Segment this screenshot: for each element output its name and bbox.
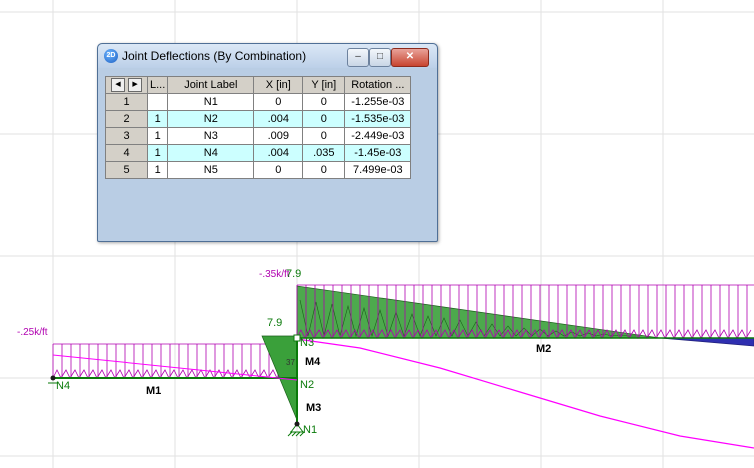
cell-joint-label[interactable]: N2 [167,110,255,128]
cell-rotation[interactable]: 7.499e-03 [344,161,412,179]
moment-value-mid: 7.9 [267,317,283,329]
cell-y[interactable]: 0 [302,127,346,145]
cell-lc[interactable]: 1 [146,161,169,179]
member-label-m2[interactable]: M2 [536,343,551,355]
cell-rotation[interactable]: -1.535e-03 [344,110,412,128]
cell-joint-label[interactable]: N5 [167,161,255,179]
cell-y[interactable]: 0 [302,93,346,111]
cell-joint-label[interactable]: N3 [167,127,255,145]
close-button[interactable]: ✕ [391,48,429,67]
nav-prev-icon[interactable]: ◀ [110,78,125,92]
row-number[interactable]: 5 [105,161,148,179]
col-header-lc[interactable]: L... [146,76,169,94]
cell-rotation[interactable]: -2.449e-03 [344,127,412,145]
cell-rotation[interactable]: -1.255e-03 [344,93,412,111]
node-label-n3[interactable]: N3 [300,337,314,349]
window-title: Joint Deflections (By Combination) [122,49,307,63]
cell-x[interactable]: .009 [253,127,304,145]
cell-rotation[interactable]: -1.45e-03 [344,144,412,162]
row-number[interactable]: 1 [105,93,148,111]
member-label-m3[interactable]: M3 [306,402,321,414]
member-label-m1[interactable]: M1 [146,385,161,397]
member-label-m4[interactable]: M4 [305,356,320,368]
col-header-x[interactable]: X [in] [253,76,304,94]
node-n1-marker[interactable] [294,421,300,427]
col-header-y[interactable]: Y [in] [302,76,346,94]
table-row[interactable]: 3 1 N3 .009 0 -2.449e-03 [105,127,412,145]
cell-lc[interactable]: 1 [146,127,169,145]
cell-x[interactable]: .004 [253,110,304,128]
cell-x[interactable]: 0 [253,161,304,179]
table-row[interactable]: 4 1 N4 .004 .035 -1.45e-03 [105,144,412,162]
cell-lc[interactable]: 1 [146,144,169,162]
app-logo-icon: 2D [104,49,118,63]
node-label-n1[interactable]: N1 [303,424,317,436]
row-number[interactable]: 4 [105,144,148,162]
cell-lc[interactable]: 1 [146,93,169,111]
cell-joint-label[interactable]: N1 [167,93,255,111]
table-row[interactable]: 1 1 N1 0 0 -1.255e-03 [105,93,412,111]
cell-y[interactable]: 0 [302,110,346,128]
nav-next-icon[interactable]: ▶ [128,78,143,92]
row-number[interactable]: 2 [105,110,148,128]
col-header-rotation[interactable]: Rotation ... [344,76,412,94]
moment-value-top: 7.9 [286,268,302,280]
joint-deflections-window[interactable]: 2D Joint Deflections (By Combination) – … [97,43,438,242]
node-label-n4[interactable]: N4 [56,380,70,392]
small-mark-label: 37 [286,358,295,367]
cell-joint-label[interactable]: N4 [167,144,255,162]
row-number[interactable]: 3 [105,127,148,145]
node-label-n2[interactable]: N2 [300,379,314,391]
cell-lc[interactable]: 1 [146,110,169,128]
cell-y[interactable]: .035 [302,144,346,162]
m2-moment-diagram [296,285,661,339]
minimize-button[interactable]: – [347,48,369,67]
load-label-left: -.25k/ft [17,327,48,338]
deflections-table[interactable]: ◀ ▶ L... Joint Label X [in] Y [in] Rotat… [105,76,412,179]
cell-x[interactable]: 0 [253,93,304,111]
window-titlebar[interactable]: 2D Joint Deflections (By Combination) – … [98,44,437,68]
table-row[interactable]: 2 1 N2 .004 0 -1.535e-03 [105,110,412,128]
load-label-top: -.35k/ft [259,269,290,280]
m2-negative-moment [659,337,754,347]
cell-y[interactable]: 0 [302,161,346,179]
col-header-joint-label[interactable]: Joint Label [167,76,255,94]
row-nav-cell: ◀ ▶ [105,76,148,94]
deflected-shape-m2 [296,338,754,449]
table-row[interactable]: 5 1 N5 0 0 7.499e-03 [105,161,412,179]
maximize-button[interactable]: □ [369,48,391,67]
node-n4-marker[interactable] [50,375,56,381]
table-header-row: ◀ ▶ L... Joint Label X [in] Y [in] Rotat… [105,76,412,94]
cell-x[interactable]: .004 [253,144,304,162]
